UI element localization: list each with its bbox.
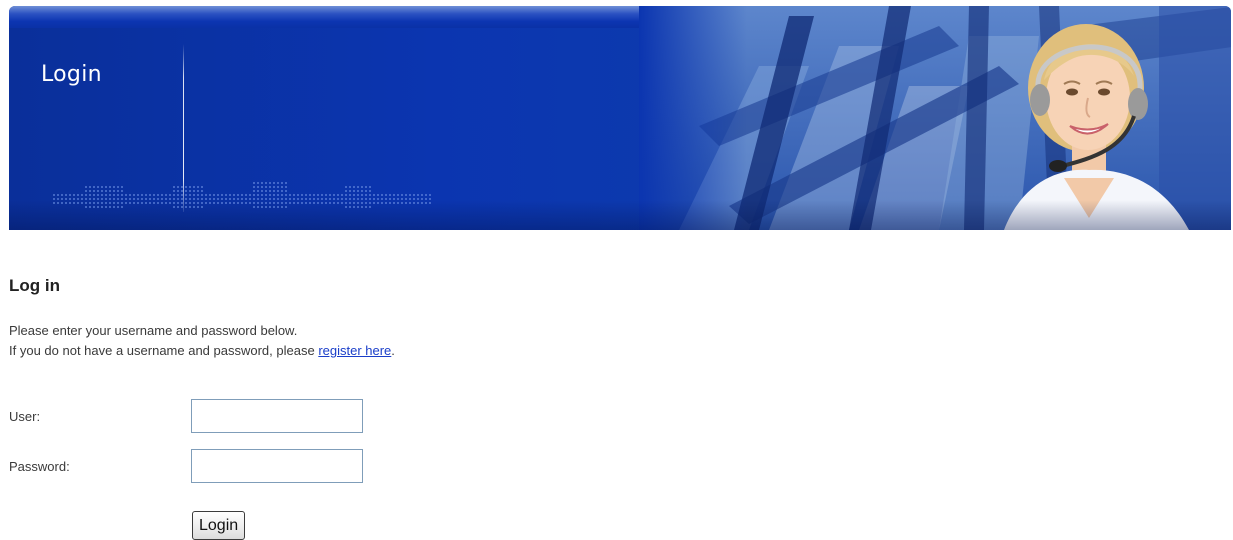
intro-line-2-prefix: If you do not have a username and passwo…	[9, 343, 319, 358]
user-label: User:	[9, 409, 41, 424]
login-page: Login Log in Please enter your username …	[0, 0, 1233, 540]
login-button[interactable]: Login	[192, 511, 246, 540]
support-agent-headset-photo	[1004, 24, 1189, 230]
register-link[interactable]: register here	[318, 343, 391, 358]
password-input[interactable]	[191, 449, 363, 483]
dotted-pattern-decoration	[53, 182, 433, 210]
banner-title: Login	[41, 62, 102, 87]
intro-text: Please enter your username and password …	[9, 321, 395, 361]
intro-line-2: If you do not have a username and passwo…	[9, 341, 395, 361]
page-heading: Log in	[9, 276, 60, 295]
header-banner: Login	[9, 6, 1231, 230]
username-input[interactable]	[191, 399, 363, 433]
password-label: Password:	[9, 459, 70, 474]
intro-line-2-suffix: .	[391, 343, 395, 358]
intro-line-1: Please enter your username and password …	[9, 323, 298, 338]
